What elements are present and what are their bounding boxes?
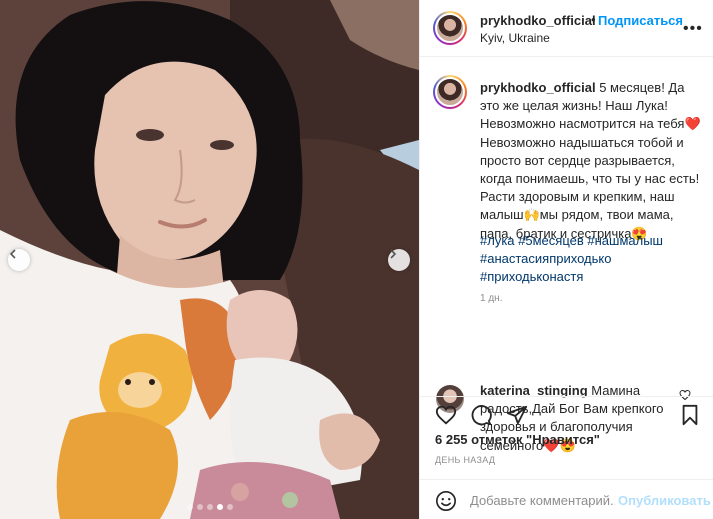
hashtag-link[interactable]: #лука: [480, 233, 515, 248]
follow-button[interactable]: Подписаться: [598, 13, 683, 28]
paper-plane-icon[interactable]: [506, 404, 528, 429]
hashtag-link[interactable]: #5месяцев: [518, 233, 584, 248]
more-horizontal-icon[interactable]: •••: [683, 20, 703, 38]
smiley-icon[interactable]: [435, 490, 457, 515]
chevron-right-icon: [390, 249, 397, 259]
post-date[interactable]: ДЕНЬ НАЗАД: [435, 455, 495, 465]
action-bar: [420, 396, 713, 432]
caption-timestamp[interactable]: 1 дн.: [480, 293, 502, 304]
publish-button[interactable]: Опубликовать: [618, 493, 711, 508]
add-comment-bar: Опубликовать: [420, 479, 713, 519]
hashtag-link[interactable]: #приходьконастя: [480, 269, 583, 284]
post-location[interactable]: Kyiv, Ukraine: [480, 31, 550, 45]
post-photo[interactable]: [0, 0, 419, 519]
post-header: prykhodko_official • Подписаться Kyiv, U…: [420, 0, 713, 57]
author-avatar[interactable]: [433, 11, 467, 45]
caption-avatar[interactable]: [433, 75, 467, 109]
carousel-dot: [196, 504, 203, 510]
hashtag-link[interactable]: #анастасияприходько: [480, 251, 611, 266]
bookmark-icon[interactable]: [680, 404, 700, 429]
post-side-panel: prykhodko_official • Подписаться Kyiv, U…: [419, 0, 713, 519]
chevron-left-icon: [9, 249, 16, 259]
carousel-dot: [226, 504, 233, 510]
caption-body: 5 месяцев! Да это же целая жизнь! Наш Лу…: [480, 80, 701, 241]
caption-block: prykhodko_official 5 месяцев! Да это же …: [420, 57, 713, 453]
hashtag-list: #лука #5месяцев #нашмалыш #анастасияприх…: [480, 232, 702, 287]
comment-input[interactable]: [470, 490, 615, 510]
comment-bubble-icon[interactable]: [470, 404, 492, 429]
likes-count[interactable]: 6 255 отметок "Нравится": [435, 432, 600, 447]
carousel-dots: [0, 504, 419, 510]
carousel-dot: [186, 504, 193, 510]
heart-icon[interactable]: [434, 404, 458, 429]
carousel-next-button[interactable]: [388, 249, 410, 271]
photo-illustration: [0, 0, 419, 519]
carousel-dot: [206, 504, 213, 510]
carousel-prev-button[interactable]: [8, 249, 30, 271]
caption-text: prykhodko_official 5 месяцев! Да это же …: [480, 79, 702, 243]
hashtag-link[interactable]: #нашмалыш: [587, 233, 663, 248]
caption-username[interactable]: prykhodko_official: [480, 80, 596, 95]
carousel-dot: [216, 504, 223, 510]
separator-dot: •: [591, 12, 596, 27]
author-username[interactable]: prykhodko_official: [480, 13, 596, 28]
